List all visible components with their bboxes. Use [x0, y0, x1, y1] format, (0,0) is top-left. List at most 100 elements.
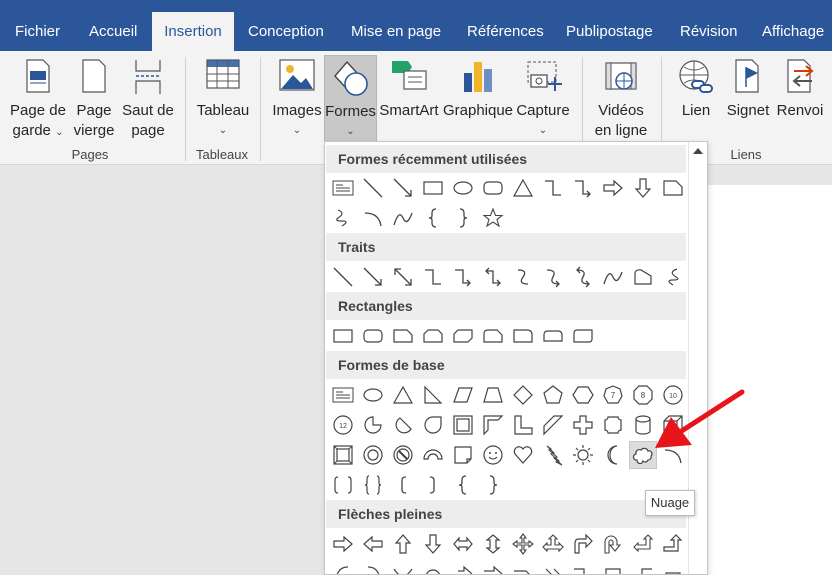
smartart-button[interactable]: SmartArt	[378, 51, 440, 146]
snip-single-corner-rectangle-shape[interactable]	[389, 322, 417, 350]
videos-en-ligne-button[interactable]: Vidéos en ligne	[588, 51, 654, 146]
pie-shape[interactable]	[359, 411, 387, 439]
curved-left-arrow-shape[interactable]	[359, 560, 387, 574]
tab-revision[interactable]: Révision	[680, 12, 738, 51]
down-arrow-shape[interactable]	[629, 174, 657, 202]
oval-shape[interactable]	[359, 381, 387, 409]
left-brace-shape[interactable]	[449, 471, 477, 499]
arc-shape[interactable]	[359, 204, 387, 232]
up-down-arrow-shape[interactable]	[479, 530, 507, 558]
right-arrow-callout-shape[interactable]	[569, 560, 597, 574]
right-brace-shape[interactable]	[479, 471, 507, 499]
elbow-arrow-connector-shape[interactable]	[569, 174, 597, 202]
l-shape[interactable]	[509, 411, 537, 439]
donut-shape[interactable]	[359, 441, 387, 469]
arrow-line-shape[interactable]	[359, 263, 387, 291]
scroll-up-icon[interactable]	[693, 148, 703, 154]
up-arrow-shape[interactable]	[389, 530, 417, 558]
tableau-button[interactable]: Tableau ⌄	[192, 51, 254, 146]
cloud-shape[interactable]	[629, 441, 657, 469]
double-brace-shape[interactable]	[359, 471, 387, 499]
curved-right-arrow-shape[interactable]	[329, 560, 357, 574]
snip-diagonal-rectangle-shape[interactable]	[449, 322, 477, 350]
curved-down-arrow-shape[interactable]	[419, 560, 447, 574]
graphique-button[interactable]: Graphique	[441, 51, 515, 146]
left-arrow-shape[interactable]	[359, 530, 387, 558]
bent-up-arrow-shape[interactable]	[659, 530, 687, 558]
heptagon-shape[interactable]: 7	[599, 381, 627, 409]
heart-shape[interactable]	[509, 441, 537, 469]
left-right-arrow-shape[interactable]	[449, 530, 477, 558]
elbow-connector-shape[interactable]	[419, 263, 447, 291]
images-button[interactable]: Images ⌄	[270, 51, 324, 146]
elbow-double-arrow-connector-shape[interactable]	[479, 263, 507, 291]
round-same-side-rectangle-shape[interactable]	[539, 322, 567, 350]
hexagon-shape[interactable]	[569, 381, 597, 409]
left-arrow-callout-shape[interactable]	[629, 560, 657, 574]
rectangle-shape[interactable]	[329, 322, 357, 350]
arrow-line-shape[interactable]	[389, 174, 417, 202]
trapezoid-shape[interactable]	[479, 381, 507, 409]
moon-shape[interactable]	[599, 441, 627, 469]
snip-same-side-rectangle-shape[interactable]	[419, 322, 447, 350]
folded-corner-shape[interactable]	[449, 441, 477, 469]
tab-affichage[interactable]: Affichage	[762, 12, 824, 51]
rectangle-shape[interactable]	[419, 174, 447, 202]
freeform-shape[interactable]	[629, 263, 657, 291]
document-page[interactable]	[705, 185, 832, 575]
teardrop-shape[interactable]	[419, 411, 447, 439]
renvoi-button[interactable]: Renvoi	[774, 51, 826, 146]
tab-publipostage[interactable]: Publipostage	[566, 12, 653, 51]
right-brace-shape[interactable]	[449, 204, 477, 232]
round-single-corner-rectangle-shape[interactable]	[509, 322, 537, 350]
cube-shape[interactable]	[659, 411, 687, 439]
elbow-connector-shape[interactable]	[539, 174, 567, 202]
tab-insertion[interactable]: Insertion	[152, 12, 234, 51]
tab-references[interactable]: Références	[467, 12, 544, 51]
can-shape[interactable]	[629, 411, 657, 439]
octagon-shape[interactable]: 8	[629, 381, 657, 409]
snip-round-rectangle-shape[interactable]	[479, 322, 507, 350]
diamond-shape[interactable]	[509, 381, 537, 409]
curved-double-arrow-connector-shape[interactable]	[569, 263, 597, 291]
bent-arrow-shape[interactable]	[569, 530, 597, 558]
right-arrow-shape[interactable]	[329, 530, 357, 558]
no-symbol-shape[interactable]	[389, 441, 417, 469]
lien-button[interactable]: Lien	[670, 51, 722, 146]
line-shape[interactable]	[329, 263, 357, 291]
curve-shape[interactable]	[389, 204, 417, 232]
right-arrow-shape[interactable]	[599, 174, 627, 202]
capture-button[interactable]: Capture ⌄	[515, 51, 571, 146]
curved-up-arrow-shape[interactable]	[389, 560, 417, 574]
tab-fichier[interactable]: Fichier	[15, 12, 60, 51]
chevron-arrow-shape[interactable]	[539, 560, 567, 574]
line-shape[interactable]	[359, 174, 387, 202]
elbow-arrow-connector-shape[interactable]	[449, 263, 477, 291]
oval-shape[interactable]	[449, 174, 477, 202]
round-diagonal-rectangle-shape[interactable]	[569, 322, 597, 350]
block-arc-shape[interactable]	[419, 441, 447, 469]
lightning-bolt-shape[interactable]	[539, 441, 567, 469]
double-bracket-shape[interactable]	[329, 471, 357, 499]
curve-shape[interactable]	[599, 263, 627, 291]
frame-shape[interactable]	[449, 411, 477, 439]
diagonal-stripe-shape[interactable]	[539, 411, 567, 439]
page-vierge-button[interactable]: Page vierge	[70, 51, 118, 146]
pentagon-shape[interactable]	[539, 381, 567, 409]
smiley-face-shape[interactable]	[479, 441, 507, 469]
textbox-shape[interactable]	[329, 381, 357, 409]
chord-shape[interactable]	[389, 411, 417, 439]
decagon-shape[interactable]: 10	[659, 381, 687, 409]
half-frame-shape[interactable]	[479, 411, 507, 439]
textbox-shape[interactable]	[329, 174, 357, 202]
pentagon-arrow-shape[interactable]	[509, 560, 537, 574]
double-arrow-line-shape[interactable]	[389, 263, 417, 291]
plaque-shape[interactable]	[599, 411, 627, 439]
rounded-rectangle-shape[interactable]	[479, 174, 507, 202]
tab-accueil[interactable]: Accueil	[89, 12, 137, 51]
left-brace-shape[interactable]	[419, 204, 447, 232]
curved-connector-shape[interactable]	[509, 263, 537, 291]
scribble-shape[interactable]	[329, 204, 357, 232]
bevel-shape[interactable]	[329, 441, 357, 469]
quad-arrow-shape[interactable]	[509, 530, 537, 558]
